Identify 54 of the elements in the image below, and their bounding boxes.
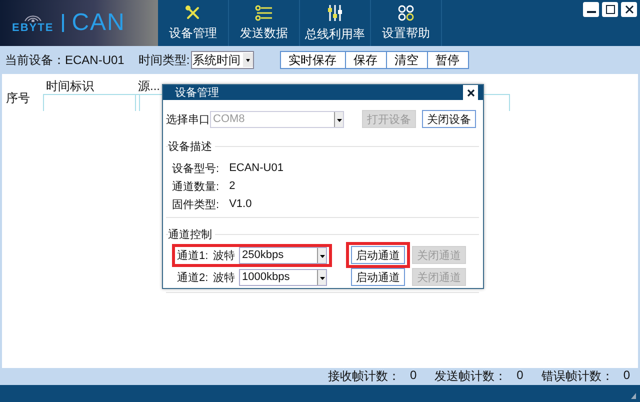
group-title: 通道控制 — [168, 227, 215, 242]
close-icon — [466, 88, 474, 96]
toolbar-button[interactable]: 实时保存 — [280, 51, 346, 69]
channel-label: 通道2: — [177, 270, 210, 284]
field-value: ECAN-U01 — [229, 162, 284, 174]
port-label: 选择串口 — [166, 112, 210, 126]
counter-value: 0 — [623, 368, 630, 384]
product-name: CAN — [72, 9, 126, 37]
field-value: 2 — [229, 180, 236, 192]
baud-select[interactable]: 250kbps — [239, 246, 327, 264]
counter-label: 发送帧计数： — [434, 368, 507, 385]
close-button[interactable] — [463, 85, 478, 100]
counter-value: 0 — [410, 368, 417, 384]
column-header: 序号 — [6, 90, 30, 107]
field-label: 通道数量: — [172, 180, 220, 194]
field-label: 固件类型: — [172, 198, 220, 212]
maximize-icon — [606, 5, 614, 14]
tools-icon — [185, 4, 201, 20]
brand-name: EBYTE — [12, 22, 54, 34]
channel-label: 通道1: — [177, 248, 210, 262]
device-button[interactable]: 关闭设备 — [422, 110, 476, 128]
toolbar-button[interactable]: 清空 — [386, 51, 428, 69]
field-label: 设备型号: — [172, 162, 220, 176]
circles-icon — [398, 4, 414, 20]
baud-select[interactable]: 1000kbps — [239, 268, 327, 286]
dropdown-icon — [317, 270, 326, 284]
resize-grip-icon — [631, 393, 637, 399]
counter-label: 接收帧计数： — [328, 368, 400, 385]
counter-value: 0 — [516, 368, 524, 384]
field-value: V1.0 — [229, 198, 252, 210]
dropdown-icon — [317, 248, 326, 262]
device-label: 当前设备： — [5, 52, 65, 68]
baud-label: 波特 — [213, 270, 236, 284]
start-channel-button[interactable]: 启动通道 — [351, 246, 405, 264]
group-title: 设备描述 — [168, 139, 215, 154]
toolbar-button[interactable]: 保存 — [344, 51, 387, 69]
sliders-icon — [327, 4, 343, 22]
dropdown-icon — [334, 112, 343, 126]
time-type-label: 时间类型: — [138, 52, 190, 68]
counter-label: 错误帧计数： — [541, 368, 614, 385]
toolbar-button[interactable]: 暂停 — [426, 51, 469, 69]
minimize-button[interactable] — [583, 2, 599, 17]
baud-label: 波特 — [213, 248, 236, 262]
column-header: 时间标识 — [46, 78, 94, 95]
close-icon — [624, 5, 634, 14]
dropdown-icon — [242, 53, 253, 67]
start-channel-button[interactable]: 启动通道 — [351, 268, 405, 286]
maximize-button[interactable] — [602, 2, 618, 17]
dialog-title: 设备管理 — [175, 86, 219, 100]
list-icon — [255, 4, 273, 20]
column-header: 源... — [138, 78, 160, 95]
device-name: ECAN-U01 — [65, 53, 124, 67]
close-button[interactable] — [621, 2, 637, 17]
time-type-select[interactable]: 系统时间 — [190, 51, 254, 69]
